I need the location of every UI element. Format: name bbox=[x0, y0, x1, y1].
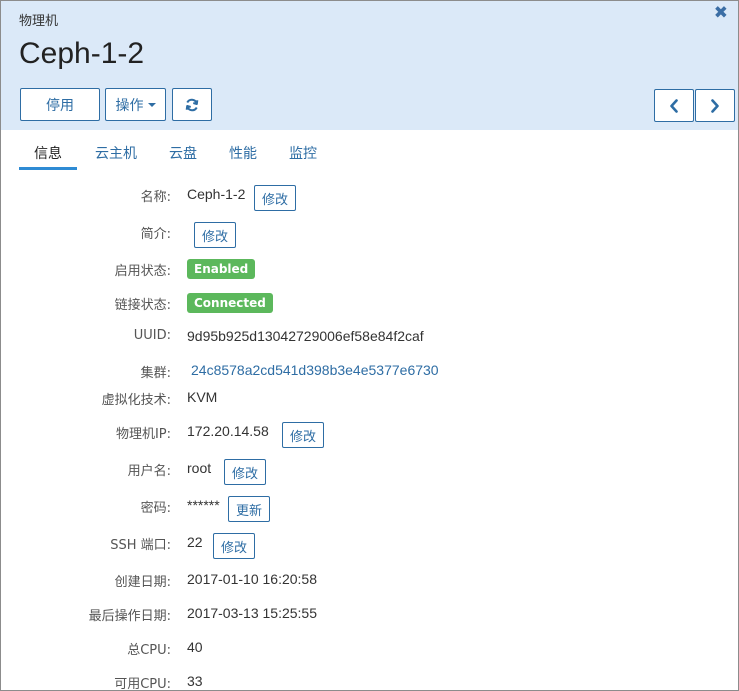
username-label: 用户名: bbox=[127, 464, 171, 479]
chevron-left-icon bbox=[670, 98, 678, 113]
row-virtualization: 虚拟化技术: KVM bbox=[1, 387, 738, 417]
row-password: 密码: ****** 更新 bbox=[1, 495, 738, 525]
cluster-link[interactable]: 24c8578a2cd541d398b3e4e5377e6730 bbox=[191, 362, 439, 378]
tab-info-label: 信息 bbox=[34, 146, 62, 162]
uuid-label: UUID: bbox=[133, 328, 171, 343]
tab-monitoring[interactable]: 监控 bbox=[285, 139, 321, 171]
row-name: 名称: Ceph-1-2 修改 bbox=[1, 184, 738, 214]
name-value: Ceph-1-2 bbox=[187, 186, 246, 202]
previous-button[interactable] bbox=[654, 89, 694, 122]
row-cluster: 集群: 24c8578a2cd541d398b3e4e5377e6730 bbox=[1, 360, 738, 390]
update-password-button[interactable]: 更新 bbox=[228, 496, 271, 522]
enable-state-label: 启用状态: bbox=[114, 264, 171, 279]
available-cpu-value: 33 bbox=[187, 673, 203, 689]
tab-monitoring-label: 监控 bbox=[289, 146, 317, 162]
description-label: 简介: bbox=[140, 227, 171, 242]
row-total-cpu: 总CPU: 40 bbox=[1, 637, 738, 667]
ssh-port-value: 22 bbox=[187, 534, 203, 550]
row-ssh-port: SSH 端口: 22 修改 bbox=[1, 532, 738, 562]
name-label: 名称: bbox=[140, 190, 171, 205]
tab-info[interactable]: 信息 bbox=[19, 139, 77, 171]
row-available-cpu: 可用CPU: 33 bbox=[1, 671, 738, 691]
total-cpu-value: 40 bbox=[187, 639, 203, 655]
refresh-icon bbox=[185, 98, 199, 111]
uuid-value: 9d95b925d13042729006ef58e84f2caf bbox=[187, 328, 424, 344]
virtualization-value: KVM bbox=[187, 389, 218, 405]
edit-username-button[interactable]: 修改 bbox=[224, 459, 267, 485]
active-tab-indicator bbox=[19, 167, 77, 170]
enabled-status-badge: Enabled bbox=[187, 259, 256, 279]
chevron-right-icon bbox=[711, 98, 719, 113]
next-button[interactable] bbox=[695, 89, 735, 122]
row-enable-state: 启用状态: Enabled bbox=[1, 258, 738, 288]
tab-vms-label: 云主机 bbox=[95, 146, 137, 162]
last-op-date-value: 2017-03-13 15:25:55 bbox=[187, 605, 317, 621]
connected-status-badge: Connected bbox=[187, 293, 273, 313]
cluster-label: 集群: bbox=[140, 366, 171, 381]
page-title: Ceph-1-2 bbox=[19, 37, 145, 70]
row-last-op-date: 最后操作日期: 2017-03-13 15:25:55 bbox=[1, 603, 738, 633]
password-label: 密码: bbox=[140, 501, 171, 516]
row-description: 简介: 修改 bbox=[1, 221, 738, 251]
ssh-port-label: SSH 端口: bbox=[110, 538, 171, 553]
close-icon[interactable]: ✖ bbox=[714, 3, 728, 23]
virtualization-label: 虚拟化技术: bbox=[101, 393, 171, 408]
host-detail-panel: 物理机 ✖ Ceph-1-2 停用 操作 信息 云主机 云盘 性能 监控 名称:… bbox=[0, 0, 739, 691]
detail-tabs: 信息 云主机 云盘 性能 监控 bbox=[19, 139, 719, 171]
created-date-label: 创建日期: bbox=[114, 575, 171, 590]
available-cpu-label: 可用CPU: bbox=[114, 677, 171, 691]
tab-volumes-label: 云盘 bbox=[169, 146, 197, 162]
host-ip-label: 物理机IP: bbox=[115, 427, 171, 442]
password-value: ****** bbox=[187, 497, 220, 513]
host-ip-value: 172.20.14.58 bbox=[187, 423, 269, 439]
row-connection-state: 链接状态: Connected bbox=[1, 292, 738, 322]
stop-button-label: 停用 bbox=[46, 97, 74, 114]
edit-description-button[interactable]: 修改 bbox=[194, 222, 237, 248]
row-username: 用户名: root 修改 bbox=[1, 458, 738, 488]
edit-ssh-port-button[interactable]: 修改 bbox=[213, 533, 256, 559]
refresh-button[interactable] bbox=[172, 88, 212, 121]
created-date-value: 2017-01-10 16:20:58 bbox=[187, 571, 317, 587]
caret-down-icon bbox=[147, 102, 156, 107]
tab-performance[interactable]: 性能 bbox=[225, 139, 261, 171]
total-cpu-label: 总CPU: bbox=[127, 643, 171, 658]
connection-state-label: 链接状态: bbox=[114, 298, 171, 313]
edit-host-ip-button[interactable]: 修改 bbox=[282, 422, 325, 448]
edit-name-button[interactable]: 修改 bbox=[254, 185, 297, 211]
operations-dropdown-button[interactable]: 操作 bbox=[105, 88, 166, 121]
tab-performance-label: 性能 bbox=[229, 146, 257, 162]
row-host-ip: 物理机IP: 172.20.14.58 修改 bbox=[1, 421, 738, 451]
tab-vms[interactable]: 云主机 bbox=[91, 139, 141, 171]
last-op-date-label: 最后操作日期: bbox=[88, 609, 171, 624]
breadcrumb[interactable]: 物理机 bbox=[19, 10, 58, 29]
stop-button[interactable]: 停用 bbox=[20, 88, 100, 121]
tab-volumes[interactable]: 云盘 bbox=[165, 139, 201, 171]
detail-header: 物理机 ✖ Ceph-1-2 停用 操作 bbox=[1, 1, 738, 130]
operations-button-label: 操作 bbox=[115, 97, 144, 114]
username-value: root bbox=[187, 460, 212, 476]
row-created-date: 创建日期: 2017-01-10 16:20:58 bbox=[1, 569, 738, 599]
row-uuid: UUID: 9d95b925d13042729006ef58e84f2caf bbox=[1, 326, 738, 356]
